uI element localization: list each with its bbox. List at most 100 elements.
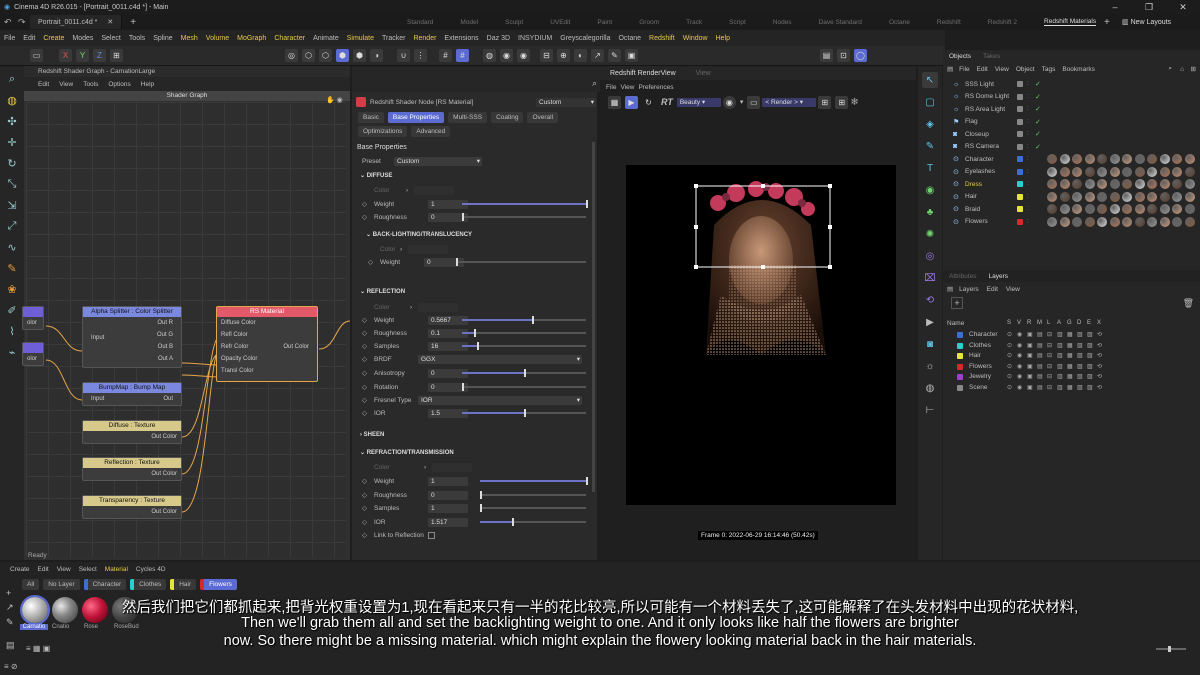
layer-toggle-icon[interactable]: ▤ [1037, 352, 1043, 359]
layer-column-header[interactable]: V [1017, 320, 1021, 326]
tab-view[interactable]: View [696, 70, 711, 77]
layer-column-header[interactable]: E [1087, 320, 1091, 326]
rotate-icon[interactable]: ↻ [4, 155, 20, 171]
layout-uvedit[interactable]: UVEdit [550, 19, 570, 26]
objects-home-icon[interactable]: ⌂ [1180, 66, 1184, 73]
scene-camera-icon[interactable]: ▶ [922, 314, 938, 330]
layer-column-header[interactable]: M [1037, 320, 1042, 326]
layer-toggle-icon[interactable]: ▣ [1027, 384, 1033, 391]
port-refl-color[interactable]: Refl Color [217, 329, 252, 341]
region-icon[interactable]: ▭ [747, 95, 761, 109]
backlight-section[interactable]: ⌄ BACK-LIGHTING/TRANSLUCENCY [366, 231, 472, 238]
render-settings-icon[interactable]: ⊟ [540, 49, 553, 62]
menu-edit[interactable]: Edit [23, 35, 35, 42]
keyframe-icon[interactable]: ◇ [368, 258, 373, 266]
layer-toggle-icon[interactable]: ▣ [1027, 363, 1033, 370]
material-tag-icon[interactable] [1084, 179, 1095, 190]
text-icon[interactable]: T [922, 160, 938, 176]
cube-outline-icon[interactable]: ▢ [922, 94, 938, 110]
layer-toggle-icon[interactable]: ▥ [1057, 363, 1063, 370]
material-tag-icon[interactable] [1184, 191, 1195, 202]
object-row[interactable]: ⊙ Braid ⁚ [943, 203, 1200, 216]
layout-dave-standard[interactable]: Dave Standard [819, 19, 862, 26]
layer-toggle-icon[interactable]: ▣ [1027, 331, 1033, 338]
material-tag-icon[interactable] [1109, 166, 1120, 177]
menu-animate[interactable]: Animate [313, 35, 339, 42]
material-tag-icon[interactable] [1147, 204, 1157, 215]
material-tag-icon[interactable] [1159, 166, 1170, 177]
camera-select[interactable]: < Render > ▾ [762, 97, 817, 107]
keyframe-icon[interactable]: ◇ [362, 531, 367, 539]
material-tag-icon[interactable] [1084, 154, 1095, 165]
layer-color-swatch[interactable] [1017, 206, 1023, 213]
object-row[interactable]: ⊙ Eyelashes ⁚ [943, 166, 1200, 179]
layer-color-swatch[interactable] [957, 374, 963, 380]
diffuse-section[interactable]: ⌄ DIFFUSE [360, 172, 392, 179]
filter-no-layer[interactable]: No Layer [43, 578, 80, 590]
keyframe-icon[interactable]: ◇ [362, 355, 367, 363]
material-tag-icon[interactable] [1097, 166, 1107, 177]
menu-help[interactable]: Help [716, 35, 730, 42]
material-tag-icon[interactable] [1122, 204, 1132, 215]
layer-toggle-icon[interactable]: ⊟ [1047, 352, 1052, 359]
backlight-weight-slider[interactable] [456, 258, 586, 266]
layer-toggle-icon[interactable]: ⊟ [1047, 384, 1052, 391]
render-region-icon[interactable]: ◍ [483, 49, 496, 62]
move-points-icon[interactable]: ⇲ [4, 197, 20, 213]
visibility-dots-icon[interactable]: ⁚ [1027, 94, 1029, 100]
layer-color-swatch[interactable] [1017, 131, 1023, 138]
layout-track[interactable]: Track [686, 19, 702, 26]
objects-menu-view[interactable]: View [995, 66, 1009, 73]
add-tab-icon[interactable]: + [130, 17, 136, 28]
layer-toggle-icon[interactable]: ⟲ [1097, 384, 1102, 391]
render-frame[interactable] [626, 165, 896, 505]
keyframe-icon[interactable]: ◇ [362, 383, 367, 391]
sky-icon[interactable]: ◍ [922, 380, 938, 396]
tab-overall[interactable]: Overall [527, 112, 559, 123]
material-tag-icon[interactable] [1172, 204, 1182, 215]
refraction-section[interactable]: ⌄ REFRACTION/TRANSMISSION [360, 449, 454, 456]
material-tag-icon[interactable] [1134, 154, 1145, 165]
layer-toggle-icon[interactable]: ▣ [1027, 352, 1033, 359]
layer-column-header[interactable]: S [1007, 320, 1011, 326]
layer-toggle-icon[interactable]: ◉ [1017, 342, 1022, 349]
layer-toggle-icon[interactable]: ▨ [1087, 363, 1093, 370]
diffuse-texture-node[interactable]: Diffuse : Texture Out Color [82, 420, 182, 444]
mat-menu-cycles4d[interactable]: Cycles 4D [136, 566, 166, 573]
layers-menu-layers[interactable]: Layers [959, 286, 979, 293]
object-row[interactable]: ☼ RS Dome Light ⁚ ✓ [943, 91, 1200, 104]
layer-toggle-icon[interactable]: ◉ [1017, 384, 1022, 391]
move-icon[interactable]: ✛ [4, 134, 20, 150]
layer-toggle-icon[interactable]: ▦ [1067, 352, 1073, 359]
rotation-slider[interactable] [462, 383, 586, 391]
hand-icon[interactable]: ✋ [326, 97, 335, 104]
material-tag-icon[interactable] [1097, 204, 1107, 215]
measure-icon[interactable]: ⌁ [4, 344, 20, 360]
material-tag-icon[interactable] [1172, 179, 1182, 190]
object-row[interactable]: ⊙ Flowers ⁚ [943, 216, 1200, 229]
material-tag-icon[interactable] [1097, 179, 1107, 190]
layout-paint[interactable]: Paint [597, 19, 612, 26]
layer-toggle-icon[interactable]: ▥ [1057, 373, 1063, 380]
render-view-icon[interactable]: ◉ [500, 49, 513, 62]
refresh-icon[interactable]: ↻ [642, 96, 655, 109]
menu-insydium[interactable]: INSYDIUM [518, 35, 552, 42]
layer-toggle-icon[interactable]: ▥ [1057, 384, 1063, 391]
object-row[interactable]: ◙ Closeup ⁚ ✓ [943, 128, 1200, 141]
layer-column-header[interactable]: R [1027, 320, 1031, 326]
coord-system-icon[interactable]: ⊞ [110, 49, 123, 62]
material-tag-icon[interactable] [1134, 191, 1145, 202]
slider-handle[interactable] [532, 316, 535, 324]
layer-toggle-icon[interactable]: ▧ [1077, 352, 1083, 359]
menu-window[interactable]: Window [683, 35, 708, 42]
filter-flowers[interactable]: Flowers [200, 578, 237, 590]
tab-coating[interactable]: Coating [491, 112, 524, 123]
menu-daz3d[interactable]: Daz 3D [487, 35, 510, 42]
material-tag-icon[interactable] [1109, 216, 1120, 227]
material-tag-icon[interactable] [1159, 216, 1170, 227]
material-tag-icon[interactable] [1059, 166, 1070, 177]
menu-lines-icon[interactable]: ≡ [4, 662, 9, 671]
visibility-dots-icon[interactable]: ⁚ [1027, 219, 1029, 225]
layer-row[interactable]: Jewelry ⊙ ◉ ▣ ▤ ⊟ ▥ ▦ ▧ ▨ ⟲ [943, 372, 1200, 383]
objects-menu-object[interactable]: Object [1016, 66, 1035, 73]
